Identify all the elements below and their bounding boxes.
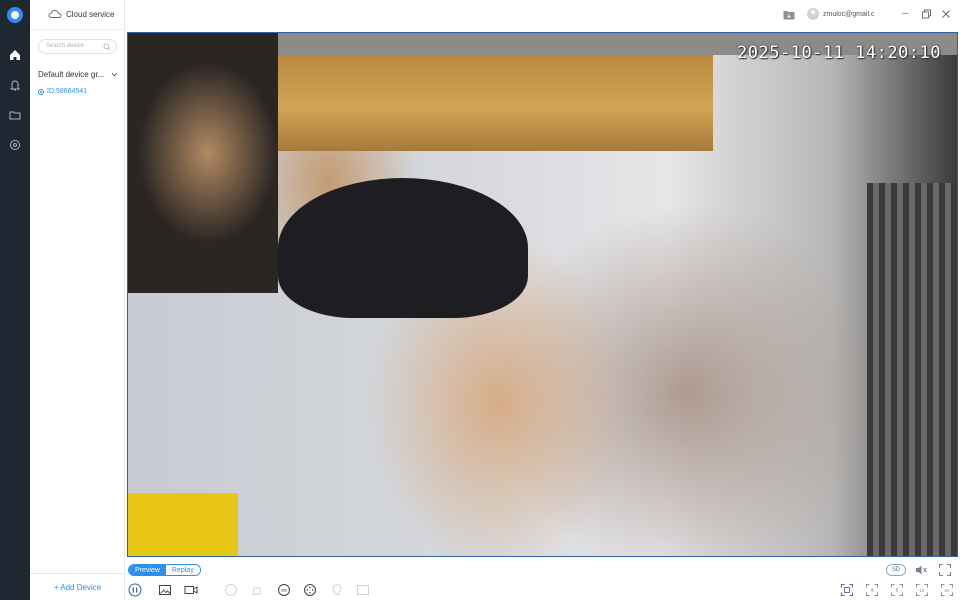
split-64-icon[interactable]: 64 (940, 583, 954, 597)
image-settings-icon (356, 583, 370, 597)
search-placeholder: Search device (46, 43, 85, 49)
snapshot-icon[interactable] (158, 583, 172, 597)
device-status-icon (38, 88, 44, 95)
record-icon[interactable] (184, 583, 198, 597)
video-scene (258, 55, 713, 151)
split-9-icon[interactable]: 9 (890, 583, 904, 597)
search-input[interactable]: Search device (38, 39, 117, 54)
add-device-label: + Add Device (53, 582, 102, 592)
pause-button[interactable] (128, 583, 142, 597)
device-sidebar: Cloud service Search device Default devi… (30, 0, 125, 600)
cloud-icon (48, 10, 62, 18)
close-button[interactable] (940, 8, 952, 20)
chevron-down-icon (111, 72, 118, 77)
panorama-360-icon[interactable]: 360 (277, 583, 291, 597)
mute-icon[interactable] (914, 563, 928, 577)
cloud-service-button[interactable]: Cloud service (48, 9, 114, 19)
svg-text:9: 9 (896, 588, 899, 594)
tab-replay[interactable]: Replay (165, 565, 200, 575)
split-4-icon[interactable]: 4 (865, 583, 879, 597)
split-1-icon[interactable] (840, 583, 854, 597)
cloud-service-label: Cloud service (66, 9, 115, 19)
app-logo (7, 7, 23, 23)
svg-text:64: 64 (944, 588, 950, 593)
folder-icon[interactable] (8, 108, 22, 122)
svg-text:360: 360 (281, 588, 288, 593)
search-icon (103, 43, 111, 51)
restore-icon (922, 9, 931, 19)
settings-icon[interactable] (8, 138, 22, 152)
restore-button[interactable] (920, 8, 932, 20)
tab-preview[interactable]: Preview (129, 565, 166, 575)
alarm-light-icon (250, 583, 264, 597)
video-scene (278, 178, 528, 318)
live-video-view[interactable]: 2025-10-11 14:20:10 (127, 32, 958, 557)
add-device-button[interactable]: + Add Device (30, 573, 125, 600)
quality-button[interactable]: SD (886, 564, 906, 576)
video-scene (867, 183, 957, 556)
nav-rail (0, 0, 30, 600)
download-folder-icon[interactable] (783, 10, 795, 20)
home-icon[interactable] (8, 48, 22, 62)
video-scene (128, 33, 278, 293)
split-16-icon[interactable]: 16 (915, 583, 929, 597)
svg-text:4: 4 (871, 588, 874, 594)
video-scene (128, 493, 238, 556)
device-group-label: Default device gr... (38, 70, 105, 79)
user-email: zmuloc@gmail.c (823, 10, 875, 18)
app-window: Cloud service Search device Default devi… (0, 0, 960, 600)
device-id-label: ID:58664541 (47, 88, 88, 95)
device-group-default[interactable]: Default device gr... (38, 70, 118, 79)
fullscreen-icon[interactable] (938, 563, 952, 577)
device-item[interactable]: ID:58664541 (38, 88, 87, 95)
view-mode-tabs: Preview Replay (128, 564, 201, 576)
ptz-control-icon[interactable] (303, 583, 317, 597)
svg-text:16: 16 (919, 588, 925, 593)
bell-icon[interactable] (8, 78, 22, 92)
top-bar: zmuloc@gmail.c – (125, 0, 960, 30)
close-icon (942, 10, 950, 18)
user-account[interactable]: zmuloc@gmail.c (807, 8, 877, 20)
talk-icon (224, 583, 238, 597)
avatar (807, 8, 819, 20)
light-icon (330, 583, 344, 597)
divider (30, 29, 125, 30)
minimize-button[interactable]: – (899, 8, 911, 20)
video-timestamp: 2025-10-11 14:20:10 (737, 43, 941, 63)
